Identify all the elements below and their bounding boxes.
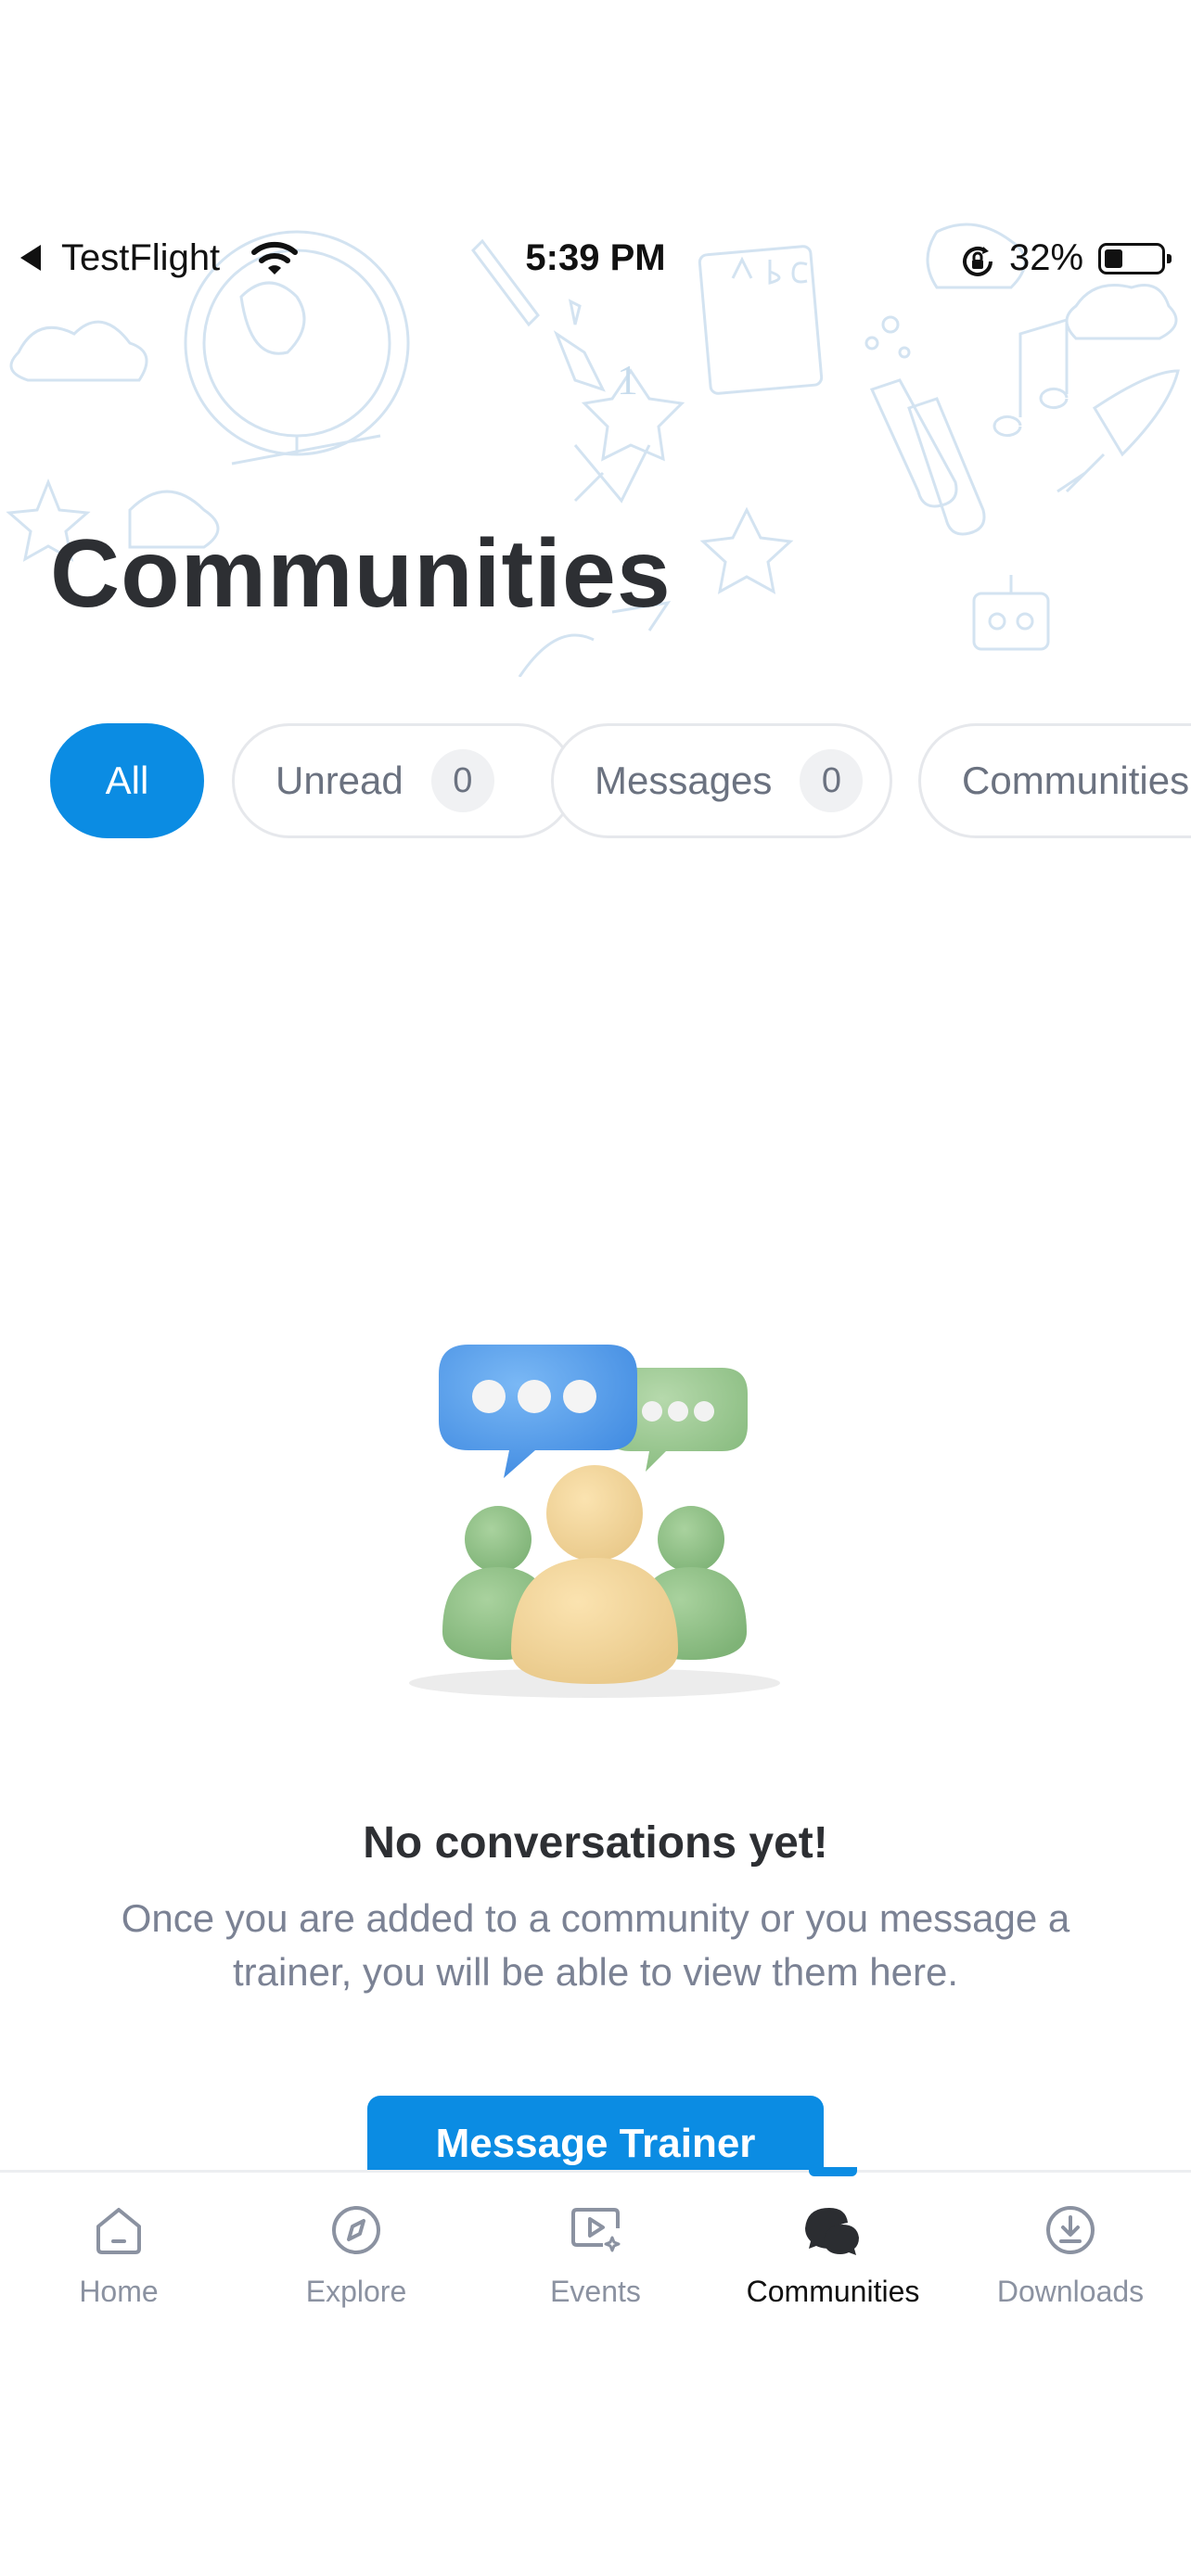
tab-explore[interactable]: Explore — [263, 2200, 449, 2309]
filter-tabs: All Unread 0 Messages 0 Communities — [50, 723, 1191, 838]
filter-chip-label: All — [105, 759, 149, 802]
filter-chip-label: Unread — [275, 759, 403, 802]
messages-count-badge: 0 — [800, 749, 864, 812]
home-icon — [96, 2208, 141, 2254]
compass-icon — [332, 2206, 380, 2254]
download-icon — [1046, 2206, 1095, 2254]
orientation-lock-icon — [963, 247, 992, 276]
message-trainer-button[interactable]: Message Trainer — [367, 2096, 824, 2170]
tab-label: Communities — [746, 2275, 920, 2308]
empty-state-title: No conversations yet! — [363, 1818, 828, 1868]
tab-downloads[interactable]: Downloads — [978, 2200, 1163, 2309]
tab-home[interactable]: Home — [26, 2200, 211, 2309]
community-chat-illustration — [409, 1345, 780, 1698]
filter-chip-messages[interactable]: Messages 0 — [551, 723, 892, 838]
tab-label: Home — [79, 2275, 159, 2308]
tab-label: Downloads — [996, 2275, 1145, 2308]
active-tab-indicator — [809, 2167, 857, 2176]
tab-label: Events — [550, 2275, 641, 2308]
tab-label: Explore — [305, 2275, 407, 2308]
filter-chip-unread[interactable]: Unread 0 — [232, 723, 575, 838]
tab-events[interactable]: Events — [503, 2200, 688, 2309]
chat-bubbles-icon — [805, 2208, 859, 2255]
empty-state-description-line: Once you are added to a community or you… — [121, 1896, 1070, 1940]
tab-communities[interactable]: Communities — [740, 2200, 926, 2309]
filter-chip-label: Communities — [962, 759, 1190, 802]
filter-chip-label: Messages — [595, 759, 773, 802]
video-play-icon — [571, 2208, 621, 2252]
bottom-tab-bar: Home Explore Events Communities Download… — [0, 2167, 1191, 2340]
filter-chip-all[interactable]: All — [50, 723, 204, 838]
svg-text:1: 1 — [617, 356, 638, 403]
empty-state-description-line: trainer, you will be able to view them h… — [232, 1950, 959, 1994]
page-title: Communities — [50, 520, 672, 628]
empty-state-description: Once you are added to a community or you… — [56, 1892, 1135, 1999]
battery-percent: 32% — [1009, 237, 1084, 278]
unread-count-badge: 0 — [430, 749, 494, 812]
filter-chip-communities[interactable]: Communities — [918, 723, 1191, 838]
battery-icon — [1098, 243, 1172, 274]
status-bar: TestFlight 5:39 PM 32% — [0, 223, 1191, 297]
